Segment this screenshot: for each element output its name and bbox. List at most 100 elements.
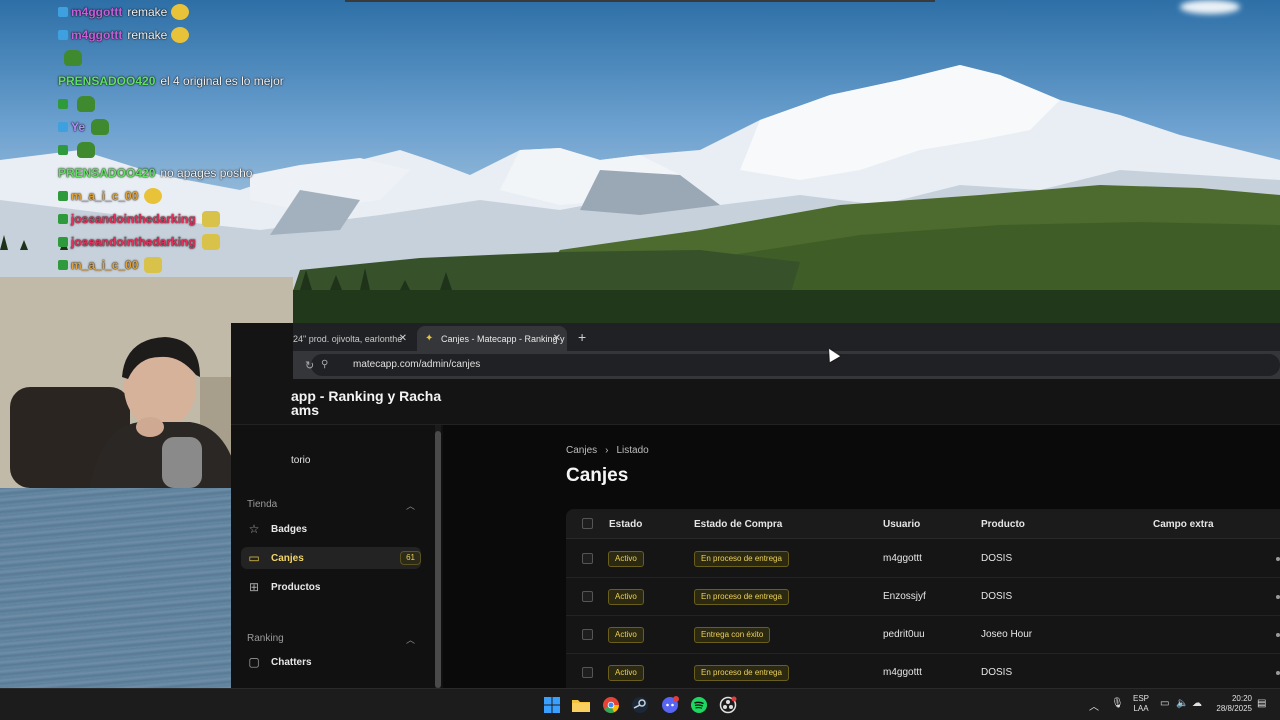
discord-icon[interactable]: [661, 696, 679, 714]
chat-badge-icon: [58, 6, 68, 17]
app-brand[interactable]: app - Ranking y Racha ams: [291, 389, 491, 417]
address-bar: ↻ ⚲ matecapp.com/admin/canjes: [293, 351, 1280, 379]
file-explorer-icon[interactable]: [572, 696, 590, 714]
row-checkbox[interactable]: [582, 553, 593, 564]
cool-emote-icon: [144, 256, 163, 273]
windows-start-icon[interactable]: [543, 696, 561, 714]
network-icon[interactable]: ▭: [1160, 698, 1169, 709]
row-menu-icon[interactable]: [1276, 633, 1280, 637]
table-row[interactable]: Activo En proceso de entrega Enzossjyf D…: [566, 578, 1280, 616]
pepe-emote-icon: [91, 118, 110, 135]
chevron-up-icon[interactable]: ︿: [406, 633, 415, 646]
row-menu-icon[interactable]: [1276, 671, 1280, 675]
product-cell: DOSIS: [981, 553, 1013, 564]
product-cell: Joseo Hour: [981, 629, 1033, 640]
breadcrumb-canjes[interactable]: Canjes: [566, 445, 597, 456]
chat-username: joseandointhedarking: [71, 211, 196, 226]
row-checkbox[interactable]: [582, 667, 593, 678]
sidebar-item-chatters[interactable]: ▢ Chatters: [241, 651, 421, 673]
chat-line: PRENSADOO420 no apages posho: [58, 161, 348, 184]
tab-strip: 24" prod. ojivolta, earlonthe ✕ ✦ Canjes…: [293, 323, 1280, 351]
sidebar-item-productos[interactable]: ⊞ Productos: [241, 576, 421, 598]
user-cell: Enzossjyf: [883, 591, 926, 602]
pepe-emote-icon: [77, 95, 95, 112]
site-info-icon[interactable]: ⚲: [321, 360, 331, 370]
column-header-producto[interactable]: Producto: [981, 519, 1025, 530]
product-cell: DOSIS: [981, 667, 1013, 678]
chevron-up-icon[interactable]: ︿: [406, 499, 415, 512]
row-checkbox[interactable]: [582, 591, 593, 602]
column-header-estado[interactable]: Estado: [609, 519, 642, 530]
column-header-usuario[interactable]: Usuario: [883, 519, 920, 530]
cloud-icon[interactable]: ☁: [1192, 698, 1202, 709]
sidebar-group-tienda[interactable]: Tienda: [247, 499, 277, 510]
reload-icon[interactable]: ↻: [305, 359, 314, 372]
language-layout: LAA: [1133, 704, 1149, 713]
close-tab-icon[interactable]: ✕: [399, 333, 407, 344]
steam-icon[interactable]: [631, 696, 649, 714]
chat-badge-icon: [58, 98, 68, 109]
column-header-campo-extra[interactable]: Campo extra: [1153, 519, 1214, 530]
status-badge: Activo: [608, 627, 644, 643]
page-title: Canjes: [566, 465, 629, 486]
speaker-icon[interactable]: 🔈: [1176, 698, 1188, 709]
status-badge: Activo: [608, 665, 644, 681]
purchase-status-badge: En proceso de entrega: [694, 665, 789, 681]
chat-badge-icon: [58, 259, 68, 270]
chrome-icon[interactable]: [602, 696, 620, 714]
chat-line: PRENSADOO420 el 4 original es lo mejor: [58, 69, 348, 92]
cool-emote-icon: [201, 210, 220, 227]
products-icon: ⊞: [248, 580, 260, 594]
select-all-checkbox[interactable]: [582, 518, 593, 529]
sidebar-item-label: Badges: [271, 523, 308, 535]
chat-message: no apages posho: [160, 165, 253, 180]
tab-canjes[interactable]: ✦ Canjes - Matecapp - Ranking y ✕: [417, 326, 567, 351]
chevron-up-icon[interactable]: ︿: [1089, 698, 1099, 713]
table-row[interactable]: Activo En proceso de entrega m4ggottt DO…: [566, 540, 1280, 578]
clock-time: 20:20: [1231, 694, 1252, 703]
obs-icon[interactable]: [719, 696, 737, 714]
table-row[interactable]: Activo Entrega con éxito pedrit0uu Joseo…: [566, 616, 1280, 654]
product-cell: DOSIS: [981, 591, 1013, 602]
lake-water: [0, 488, 231, 688]
omnibox[interactable]: ↻ ⚲ matecapp.com/admin/canjes: [305, 354, 1280, 376]
app-header: app - Ranking y Racha ams: [231, 379, 1280, 425]
window-edge: [345, 0, 935, 2]
column-header-estado-compra[interactable]: Estado de Compra: [694, 519, 782, 530]
sidebar-item-canjes[interactable]: ▭ Canjes 61: [241, 547, 421, 569]
table-row[interactable]: Activo En proceso de entrega m4ggottt DO…: [566, 654, 1280, 688]
sidebar-item-label: Productos: [271, 581, 321, 593]
sidebar-item-inventario[interactable]: torio: [291, 455, 310, 466]
pepe-emote-icon: [64, 49, 82, 66]
chat-message: el 4 original es lo mejor: [160, 73, 284, 88]
spotify-icon[interactable]: [690, 696, 708, 714]
tab-label: 24" prod. ojivolta, earlonthe: [293, 333, 403, 344]
browser-window: 24" prod. ojivolta, earlonthe ✕ ✦ Canjes…: [231, 323, 1280, 688]
row-menu-icon[interactable]: [1276, 557, 1280, 561]
clock[interactable]: 20:20 28/8/2025: [1210, 694, 1252, 714]
chat-line: m4ggottt remake: [58, 23, 348, 46]
tab-music[interactable]: 24" prod. ojivolta, earlonthe ✕: [293, 326, 413, 351]
windows-taskbar: ︿ 🎙 ESP LAA ▭ 🔈 ☁ 20:20 28/8/2025 ▤: [0, 688, 1280, 720]
status-badge: Activo: [608, 551, 644, 567]
microphone-icon[interactable]: 🎙: [1111, 698, 1124, 709]
notification-icon[interactable]: ▤: [1257, 698, 1266, 709]
row-menu-icon[interactable]: [1276, 595, 1280, 599]
scrollbar-thumb[interactable]: [435, 431, 441, 688]
sidebar-item-label: Chatters: [271, 656, 312, 668]
clock-date: 28/8/2025: [1216, 704, 1252, 713]
sidebar-item-label: Canjes: [271, 552, 304, 564]
close-tab-icon[interactable]: ✕: [553, 333, 561, 344]
laugh-emote-icon: [171, 3, 190, 20]
language-indicator[interactable]: ESP LAA: [1130, 694, 1152, 714]
chat-line: joseandointhedarking: [58, 207, 348, 230]
breadcrumb: Canjes › Listado: [566, 445, 649, 456]
new-tab-button[interactable]: +: [578, 329, 586, 345]
sidebar-scrollbar[interactable]: [435, 425, 441, 688]
sidebar-group-ranking[interactable]: Ranking: [247, 633, 284, 644]
chat-line: m_a_i_c_00: [58, 253, 348, 276]
sidebar-item-badges[interactable]: ☆ Badges: [241, 518, 421, 540]
url-text[interactable]: matecapp.com/admin/canjes: [353, 359, 480, 370]
chat-username: PRENSADOO420: [58, 165, 156, 180]
row-checkbox[interactable]: [582, 629, 593, 640]
